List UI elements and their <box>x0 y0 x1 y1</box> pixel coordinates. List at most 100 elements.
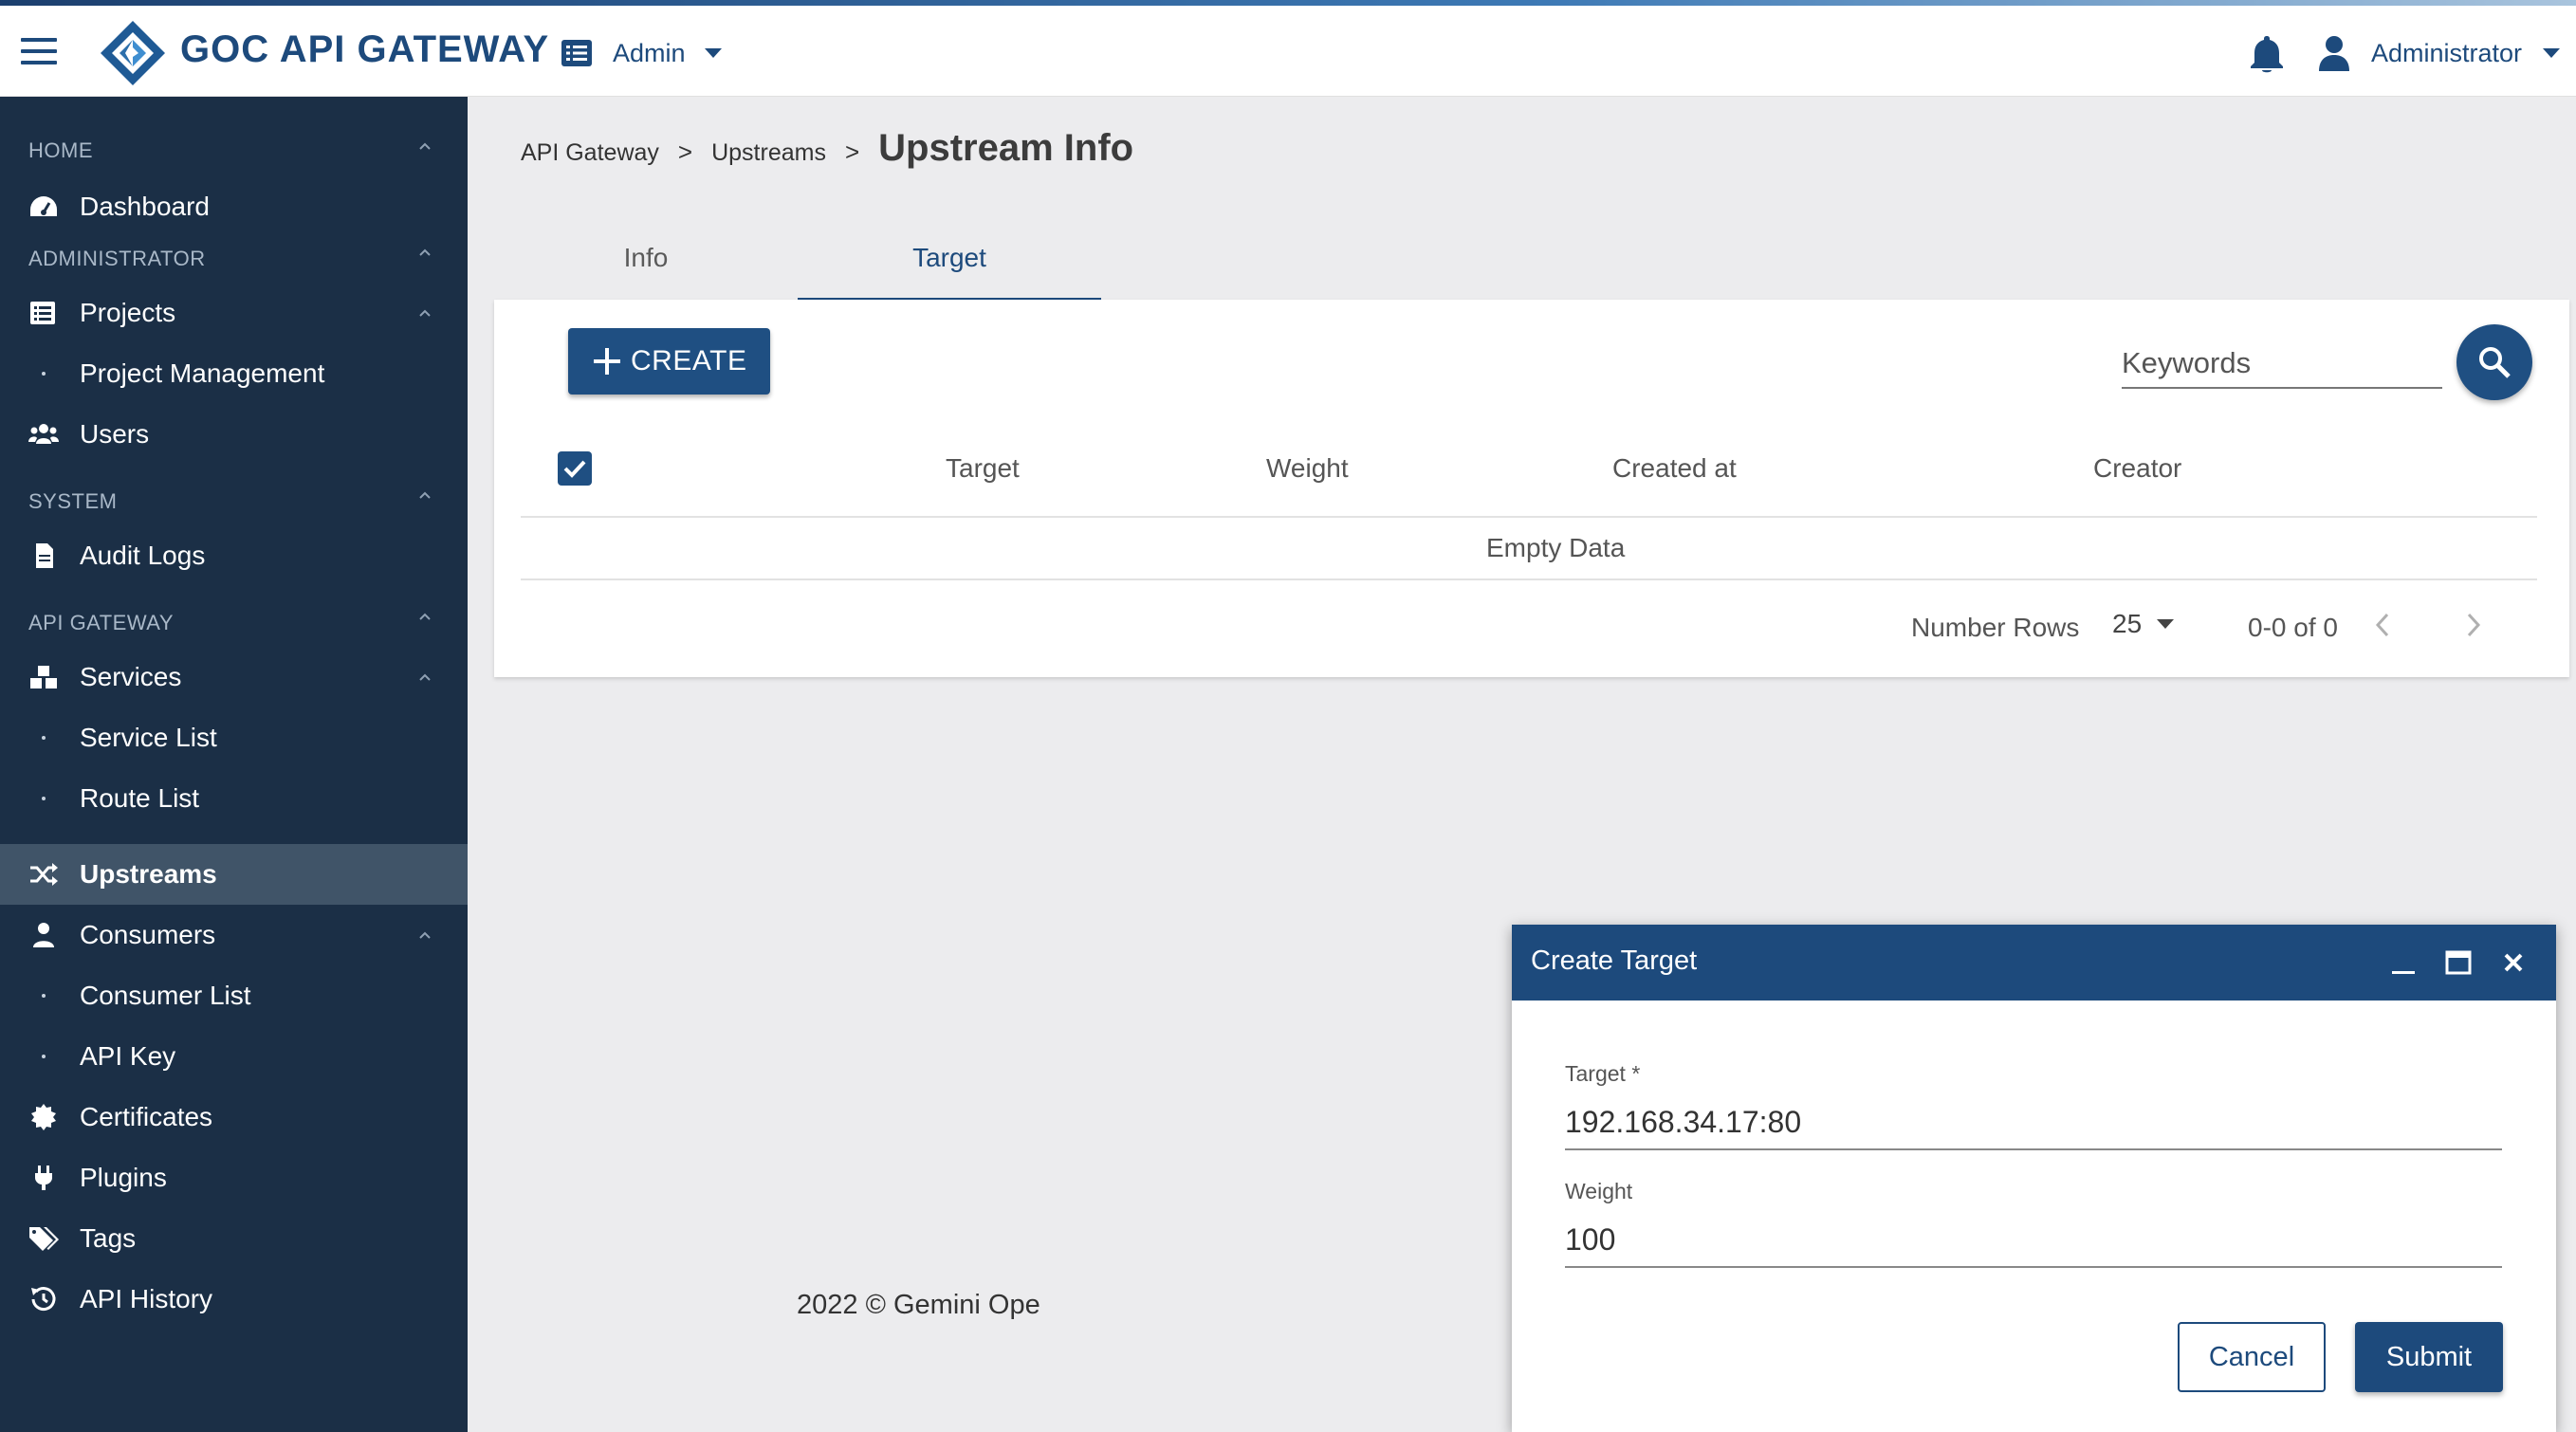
bullet-dot-icon <box>42 994 46 998</box>
sidebar-item-label: Services <box>80 662 182 691</box>
section-home: HOME <box>28 138 93 162</box>
sidebar-item-route-list[interactable]: Route List <box>0 768 468 829</box>
column-header-creator[interactable]: Creator <box>2093 453 2181 484</box>
sidebar-item-api-key[interactable]: API Key <box>0 1026 468 1087</box>
pagination-range: 0-0 of 0 <box>2248 613 2338 642</box>
empty-data-message: Empty Data <box>1486 533 1626 562</box>
user-icon <box>2319 36 2349 71</box>
search-button[interactable] <box>2456 324 2532 400</box>
check-icon <box>563 460 586 478</box>
chevron-up-icon[interactable] <box>417 927 432 943</box>
sidebar-item-label: API History <box>80 1284 213 1313</box>
chevron-up-icon[interactable] <box>417 487 432 503</box>
sidebar-item-label: Consumers <box>80 920 216 949</box>
chevron-up-icon[interactable] <box>417 305 432 321</box>
list-icon <box>561 40 592 66</box>
create-button-label: CREATE <box>631 345 747 376</box>
sidebar-item-label: Certificates <box>80 1102 213 1131</box>
sidebar-item-label: Service List <box>80 723 217 752</box>
breadcrumb-api-gateway[interactable]: API Gateway <box>521 139 659 167</box>
cancel-button[interactable]: Cancel <box>2178 1322 2326 1392</box>
plus-icon <box>594 348 620 375</box>
user-menu[interactable]: Administrator <box>2318 32 2561 74</box>
bullet-dot-icon <box>42 1055 46 1058</box>
maximize-icon[interactable] <box>2443 947 2474 978</box>
tags-icon <box>29 1227 59 1251</box>
sidebar-item-label: Route List <box>80 783 200 813</box>
tab-bar: Info Target <box>494 218 1101 302</box>
dashboard-gauge-icon <box>30 196 57 216</box>
sidebar-item-consumer-list[interactable]: Consumer List <box>0 965 468 1026</box>
footer-copyright: 2022 © Gemini Ope <box>797 1290 1040 1320</box>
chevron-right-icon[interactable] <box>2461 609 2486 641</box>
sidebar-item-label: API Key <box>80 1041 176 1071</box>
sidebar-item-label: Projects <box>80 298 176 327</box>
sidebar-item-project-management[interactable]: Project Management <box>0 343 468 404</box>
rows-per-page-label: Number Rows <box>1911 613 2080 642</box>
sidebar-item-label: Project Management <box>80 358 325 388</box>
sidebar-item-label: Consumer List <box>80 981 251 1010</box>
rows-per-page-select[interactable]: 25 <box>2112 609 2175 639</box>
weight-field[interactable] <box>1565 1213 2502 1268</box>
dialog-header: Create Target <box>1512 925 2556 1001</box>
sidebar-item-audit-logs[interactable]: Audit Logs <box>0 525 468 586</box>
sidebar-item-consumers[interactable]: Consumers <box>0 905 468 965</box>
sidebar-item-label: Tags <box>80 1223 137 1253</box>
shuffle-icon <box>30 863 58 886</box>
select-all-checkbox[interactable] <box>558 451 592 486</box>
bell-icon[interactable] <box>2248 34 2286 74</box>
brand-logo <box>101 21 165 85</box>
submit-button[interactable]: Submit <box>2355 1322 2503 1392</box>
sidebar-item-upstreams[interactable]: Upstreams <box>0 844 468 905</box>
sidebar-item-tags[interactable]: Tags <box>0 1208 468 1269</box>
bullet-dot-icon <box>42 372 46 376</box>
caret-down-icon <box>2157 619 2175 629</box>
chevron-up-icon[interactable] <box>417 670 432 685</box>
role-menu[interactable]: Admin <box>561 32 722 74</box>
rows-per-page-value: 25 <box>2112 609 2143 638</box>
minimize-icon[interactable] <box>2388 947 2419 978</box>
chevron-left-icon[interactable] <box>2370 609 2395 641</box>
tab-target[interactable]: Target <box>798 218 1101 302</box>
brand-title: GOC API GATEWAY <box>180 28 550 70</box>
sidebar-item-dashboard[interactable]: Dashboard <box>0 176 468 237</box>
column-header-target[interactable]: Target <box>946 453 1020 484</box>
bullet-dot-icon <box>42 736 46 740</box>
chevron-up-icon[interactable] <box>417 609 432 624</box>
column-header-created-at[interactable]: Created at <box>1612 453 1737 484</box>
section-api-gateway: API GATEWAY <box>28 611 175 634</box>
history-icon <box>31 1287 56 1312</box>
sidebar: HOME Dashboard ADMINISTRATOR Projects Pr… <box>0 97 468 1432</box>
sidebar-item-service-list[interactable]: Service List <box>0 707 468 768</box>
search-icon <box>2479 347 2511 378</box>
close-icon[interactable] <box>2498 947 2529 978</box>
keywords-search-input[interactable] <box>2122 340 2442 389</box>
breadcrumb-separator: > <box>677 138 693 166</box>
create-button[interactable]: CREATE <box>568 328 770 395</box>
section-system: SYSTEM <box>28 489 118 513</box>
sidebar-item-api-history[interactable]: API History <box>0 1269 468 1330</box>
sidebar-item-projects[interactable]: Projects <box>0 283 468 343</box>
sidebar-item-label: Upstreams <box>80 859 217 889</box>
sidebar-item-certificates[interactable]: Certificates <box>0 1087 468 1147</box>
breadcrumb-upstreams[interactable]: Upstreams <box>711 139 826 167</box>
tab-info[interactable]: Info <box>494 218 798 302</box>
breadcrumb: API Gateway > Upstreams > Upstream Info <box>521 127 1133 170</box>
list-icon <box>30 302 55 324</box>
breadcrumb-separator: > <box>844 138 860 166</box>
target-field-label: Target * <box>1565 1061 1641 1086</box>
chevron-up-icon[interactable] <box>417 245 432 260</box>
sidebar-item-label: Audit Logs <box>80 541 206 570</box>
top-bar: GOC API GATEWAY Admin Administrator <box>0 6 2576 97</box>
document-icon <box>36 543 53 568</box>
column-header-weight[interactable]: Weight <box>1266 453 1349 484</box>
sidebar-item-services[interactable]: Services <box>0 647 468 707</box>
menu-icon[interactable] <box>21 38 57 64</box>
chevron-up-icon[interactable] <box>417 138 432 154</box>
table-divider <box>521 578 2537 580</box>
target-table-card: CREATE Target Weight Created at Creator … <box>494 300 2569 677</box>
target-field[interactable] <box>1565 1095 2502 1150</box>
sidebar-item-label: Plugins <box>80 1163 167 1192</box>
sidebar-item-users[interactable]: Users <box>0 404 468 465</box>
sidebar-item-plugins[interactable]: Plugins <box>0 1147 468 1208</box>
